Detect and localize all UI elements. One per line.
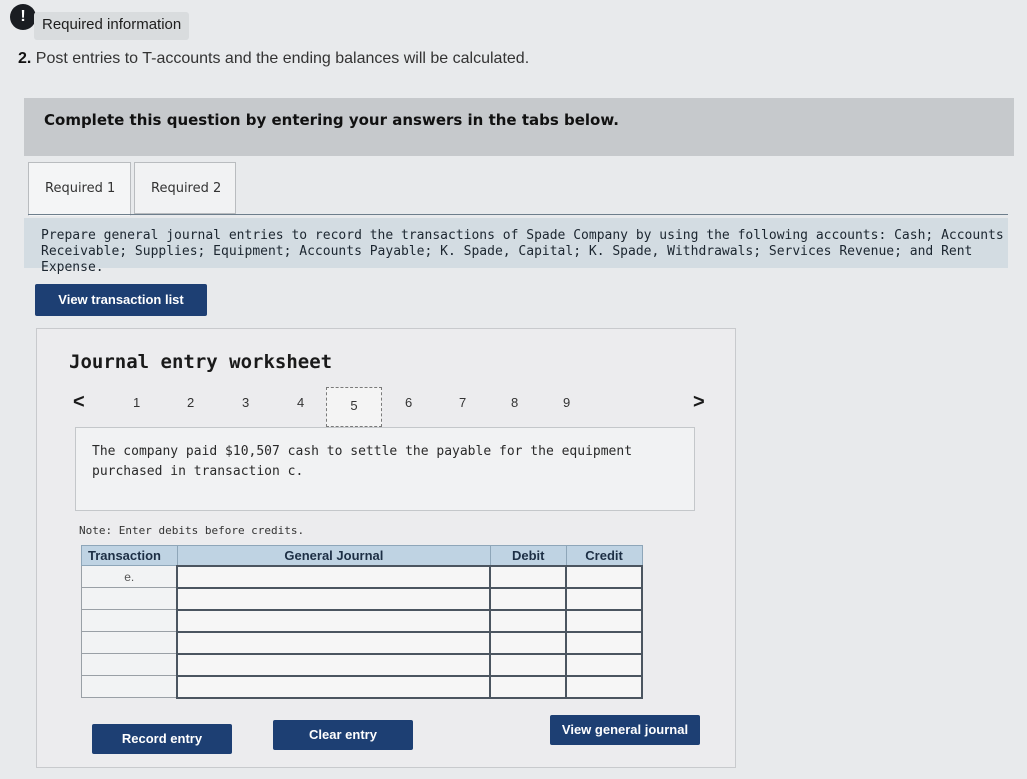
page-5-active[interactable]: 5 — [326, 387, 382, 427]
task-instructions: Prepare general journal entries to recor… — [24, 218, 1008, 275]
alert-icon: ! — [10, 4, 36, 30]
page-3[interactable]: 3 — [242, 395, 249, 410]
transaction-description: The company paid $10,507 cash to settle … — [75, 427, 695, 511]
clear-entry-button[interactable]: Clear entry — [273, 720, 413, 750]
page-6[interactable]: 6 — [405, 395, 412, 410]
question-number: 2. — [18, 50, 32, 67]
header-transaction: Transaction — [81, 545, 178, 566]
instruction-banner: Complete this question by entering your … — [24, 98, 1014, 156]
account-select[interactable] — [176, 586, 492, 611]
next-arrow-icon[interactable]: > — [693, 391, 705, 414]
account-select[interactable] — [176, 608, 492, 633]
transaction-cell — [81, 653, 178, 676]
table-row: e. — [81, 564, 643, 589]
header-general-journal: General Journal — [176, 545, 491, 566]
table-row — [81, 586, 643, 611]
table-row — [81, 674, 643, 699]
debit-input[interactable] — [489, 608, 568, 633]
credit-input[interactable] — [565, 652, 643, 677]
account-select[interactable] — [176, 630, 492, 655]
transaction-cell — [81, 609, 178, 632]
transaction-cell — [81, 631, 178, 654]
tab-required-2[interactable]: Required 2 — [134, 162, 236, 214]
debit-input[interactable] — [489, 674, 568, 699]
transaction-cell — [81, 587, 178, 610]
credit-input[interactable] — [565, 586, 643, 611]
page-7[interactable]: 7 — [459, 395, 466, 410]
account-select[interactable] — [176, 652, 492, 677]
debit-input[interactable] — [489, 652, 568, 677]
credit-input[interactable] — [565, 630, 643, 655]
journal-entry-worksheet: Journal entry worksheet < 1 2 3 4 5 6 7 … — [36, 328, 736, 768]
page-9[interactable]: 9 — [563, 395, 570, 410]
tab-divider — [28, 214, 1008, 215]
question-text: 2. Post entries to T-accounts and the en… — [18, 50, 529, 68]
credit-input[interactable] — [565, 674, 643, 699]
debit-input[interactable] — [489, 630, 568, 655]
table-row — [81, 630, 643, 655]
credit-input[interactable] — [565, 564, 643, 589]
required-information-label: Required information — [34, 12, 189, 40]
tab-required-1[interactable]: Required 1 — [28, 162, 131, 216]
account-select[interactable] — [176, 674, 492, 699]
table-row — [81, 608, 643, 633]
debit-input[interactable] — [489, 564, 568, 589]
page-1[interactable]: 1 — [133, 395, 140, 410]
page-8[interactable]: 8 — [511, 395, 518, 410]
journal-table: Transaction General Journal Debit Credit… — [81, 545, 643, 699]
account-select[interactable] — [176, 564, 492, 589]
header-credit: Credit — [565, 545, 643, 566]
credit-input[interactable] — [565, 608, 643, 633]
record-entry-button[interactable]: Record entry — [92, 724, 232, 754]
question-body: Post entries to T-accounts and the endin… — [35, 50, 530, 67]
worksheet-title: Journal entry worksheet — [69, 351, 333, 373]
prev-arrow-icon[interactable]: < — [73, 391, 85, 414]
transaction-cell — [81, 675, 178, 698]
view-transaction-list-button[interactable]: View transaction list — [35, 284, 207, 316]
transaction-cell: e. — [81, 565, 178, 588]
debit-input[interactable] — [489, 586, 568, 611]
header-debit: Debit — [489, 545, 567, 566]
transaction-pager: < 1 2 3 4 5 6 7 8 9 > — [67, 387, 707, 427]
page-2[interactable]: 2 — [187, 395, 194, 410]
entry-note: Note: Enter debits before credits. — [79, 524, 305, 537]
view-general-journal-button[interactable]: View general journal — [550, 715, 700, 745]
page-4[interactable]: 4 — [297, 395, 304, 410]
table-row — [81, 652, 643, 677]
